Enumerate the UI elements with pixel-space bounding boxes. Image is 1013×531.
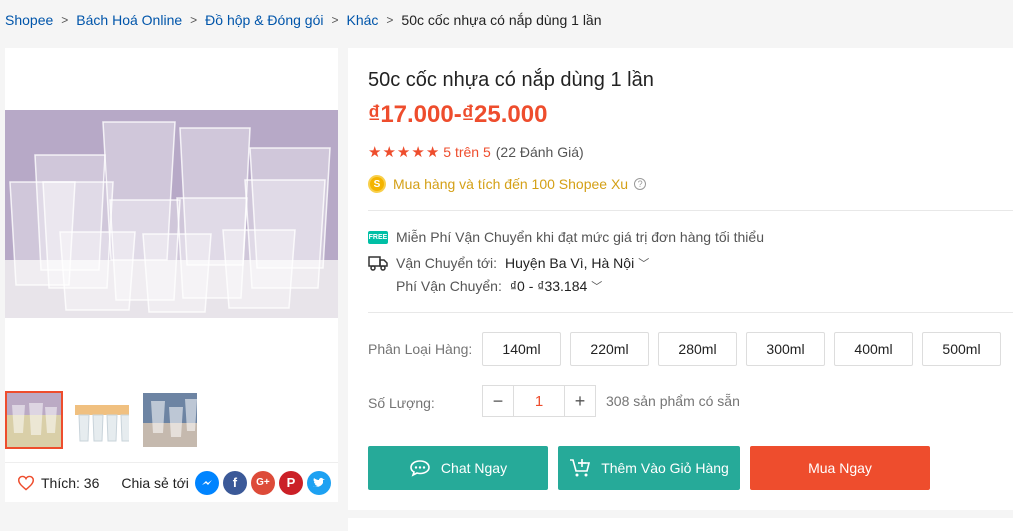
like-count: Thích: 36 (41, 474, 100, 491)
chat-now-button[interactable]: Chat Ngay (368, 446, 548, 490)
variant-500ml[interactable]: 500ml (922, 332, 1001, 366)
review-count[interactable]: (22 Đánh Giá) (496, 144, 584, 160)
like-button[interactable]: Thích: 36 (5, 475, 99, 491)
chat-now-label: Chat Ngay (440, 460, 508, 476)
chevron-right-icon: > (386, 13, 394, 27)
thumbnail-3[interactable] (141, 391, 199, 449)
add-to-cart-icon (570, 459, 591, 477)
breadcrumb: Shopee > Bách Hoá Online > Đồ hộp & Đóng… (5, 12, 602, 28)
breadcrumb-do-hop[interactable]: Đồ hộp & Đóng gói (205, 12, 323, 28)
next-section (348, 518, 1013, 531)
star-icon: ★ (382, 144, 396, 161)
free-shipping-row: FREE Miễn Phí Vận Chuyển khi đạt mức giá… (368, 229, 764, 245)
chevron-right-icon: > (331, 13, 339, 27)
quantity-input[interactable]: 1 (514, 385, 564, 417)
free-shipping-text: Miễn Phí Vận Chuyển khi đạt mức giá trị … (396, 229, 764, 245)
add-to-cart-button[interactable]: Thêm Vào Giỏ Hàng (558, 446, 740, 490)
star-icon: ★ (368, 144, 382, 161)
breadcrumb-bach-hoa-online[interactable]: Bách Hoá Online (76, 12, 182, 28)
add-to-cart-label: Thêm Vào Giỏ Hàng (601, 460, 729, 476)
quantity-increase-button[interactable]: + (564, 385, 596, 417)
quantity-decrease-button[interactable]: − (482, 385, 514, 417)
quantity-label: Số Lượng: (368, 395, 435, 411)
product-rating[interactable]: ★ ★ ★ ★ ★ 5 trên 5 (22 Đánh Giá) (368, 143, 584, 161)
ship-fee-select[interactable]: ₫0 - ₫33.184 (510, 278, 587, 294)
thumbnail-2[interactable] (73, 391, 131, 449)
breadcrumb-current: 50c cốc nhựa có nắp dùng 1 lần (401, 12, 602, 28)
variant-280ml[interactable]: 280ml (658, 332, 737, 366)
thumbnail-list (5, 391, 199, 449)
breadcrumb-khac[interactable]: Khác (346, 12, 378, 28)
quantity-stepper: − 1 + 308 sản phẩm có sẵn (482, 385, 740, 417)
star-icon: ★ (411, 144, 425, 161)
share-icons: f G+ P (194, 470, 331, 495)
ship-to-row: Vận Chuyển tới: Huyện Ba Vì, Hà Nội ﹀ (368, 255, 649, 271)
coin-icon: S (368, 175, 386, 193)
stock-text: 308 sản phẩm có sẵn (606, 393, 740, 409)
action-buttons: Chat Ngay Thêm Vào Giỏ Hàng Mua Ngay (368, 446, 930, 490)
help-icon[interactable]: ? (634, 178, 647, 190)
star-icon: ★ (425, 144, 440, 161)
variant-options: 140ml 220ml 280ml 300ml 400ml 500ml (482, 332, 1001, 366)
product-info: 50c cốc nhựa có nắp dùng 1 lần ₫17.000-₫… (348, 48, 1013, 510)
social-bar: Thích: 36 Chia sẻ tới f G+ P (5, 462, 338, 502)
ship-fee-row: Phí Vận Chuyển: ₫0 - ₫33.184 ﹀ (396, 278, 602, 294)
ship-fee-label: Phí Vận Chuyển: (396, 278, 502, 294)
ship-to-label: Vận Chuyển tới: (396, 255, 498, 271)
rating-score: 5 trên 5 (443, 144, 491, 160)
shopee-coins: S Mua hàng và tích đến 100 Shopee Xu ? (368, 175, 647, 193)
variant-300ml[interactable]: 300ml (746, 332, 825, 366)
chat-icon (410, 460, 430, 477)
buy-now-label: Mua Ngay (808, 460, 872, 476)
product-title: 50c cốc nhựa có nắp dùng 1 lần (368, 69, 654, 91)
variant-400ml[interactable]: 400ml (834, 332, 913, 366)
twitter-icon[interactable] (306, 470, 331, 495)
pinterest-icon[interactable]: P (278, 470, 303, 495)
product-price: ₫17.000-₫25.000 (368, 101, 548, 128)
chevron-down-icon[interactable]: ﹀ (591, 278, 602, 294)
product-gallery (5, 48, 338, 462)
coins-text: Mua hàng và tích đến 100 Shopee Xu (393, 176, 629, 192)
facebook-icon[interactable]: f (222, 470, 247, 495)
ship-to-select[interactable]: Huyện Ba Vì, Hà Nội (505, 255, 634, 271)
chevron-right-icon: > (61, 13, 69, 27)
breadcrumb-shopee[interactable]: Shopee (5, 12, 53, 28)
variant-label: Phân Loại Hàng: (368, 341, 473, 357)
variant-140ml[interactable]: 140ml (482, 332, 561, 366)
thumbnail-1[interactable] (5, 391, 63, 449)
rating-stars: ★ ★ ★ ★ ★ (368, 143, 439, 161)
buy-now-button[interactable]: Mua Ngay (750, 446, 930, 490)
divider (368, 210, 1013, 211)
heart-icon (17, 475, 35, 491)
chevron-right-icon: > (190, 13, 198, 27)
truck-icon (368, 256, 388, 271)
product-main-image[interactable] (5, 110, 338, 318)
google-plus-icon[interactable]: G+ (250, 470, 275, 495)
divider (368, 312, 1013, 313)
messenger-icon[interactable] (194, 470, 219, 495)
chevron-down-icon[interactable]: ﹀ (638, 255, 649, 271)
star-icon: ★ (396, 144, 411, 161)
free-shipping-icon: FREE (368, 230, 388, 244)
variant-220ml[interactable]: 220ml (570, 332, 649, 366)
share-label: Chia sẻ tới (121, 474, 189, 491)
